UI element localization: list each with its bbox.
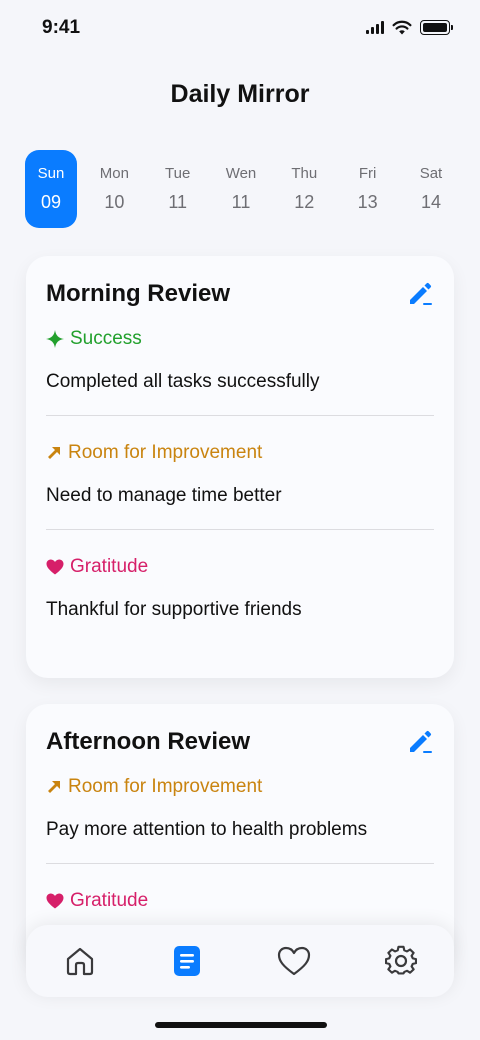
day-sun[interactable]: Sun 09 <box>25 150 77 228</box>
review-section-gratitude: Gratitude <box>46 864 434 934</box>
day-number: 14 <box>420 192 441 212</box>
tab-journal[interactable] <box>167 941 207 981</box>
card-title: Afternoon Review <box>46 728 251 755</box>
bottom-tab-bar <box>26 925 454 997</box>
day-fri[interactable]: Fri 13 <box>342 150 394 228</box>
tab-home[interactable] <box>60 941 100 981</box>
edit-pencil-icon <box>410 731 432 753</box>
day-number: 11 <box>168 192 187 212</box>
card-header: Morning Review <box>46 280 434 308</box>
day-name: Thu <box>291 165 318 182</box>
edit-button[interactable] <box>406 728 434 756</box>
day-thu[interactable]: Thu 12 <box>278 150 330 228</box>
section-label: Room for Improvement <box>46 776 434 798</box>
section-label-text: Gratitude <box>70 890 149 911</box>
status-icons <box>366 20 453 35</box>
section-text: Thankful for supportive friends <box>46 599 302 620</box>
arrow-up-right-icon <box>48 447 60 459</box>
day-name: Wen <box>225 165 257 182</box>
day-name: Sun <box>37 165 65 182</box>
home-indicator <box>155 1022 327 1028</box>
status-bar: 9:41 <box>0 0 480 56</box>
section-label: Gratitude <box>46 890 434 912</box>
home-icon <box>66 947 93 976</box>
cellular-signal-icon <box>366 21 384 34</box>
review-section-improvement: Room for Improvement Pay more attention … <box>46 756 434 864</box>
morning-review-card: Morning Review Success Completed all tas… <box>26 256 454 678</box>
day-number: 10 <box>104 192 125 212</box>
review-section-gratitude: Gratitude Thankful for supportive friend… <box>46 530 434 643</box>
section-label: Room for Improvement <box>46 442 434 464</box>
gear-icon <box>384 945 417 975</box>
day-number: 09 <box>40 192 62 212</box>
heart-icon <box>277 946 310 976</box>
status-time: 9:41 <box>42 17 81 38</box>
page-title: Daily Mirror <box>170 80 310 108</box>
day-number: 13 <box>357 192 378 212</box>
review-section-improvement: Room for Improvement Need to manage time… <box>46 416 434 530</box>
section-label: Gratitude <box>46 556 434 578</box>
day-name: Sat <box>419 165 443 182</box>
edit-button[interactable] <box>406 280 434 308</box>
edit-pencil-icon <box>410 283 432 305</box>
sparkle-icon <box>46 330 64 348</box>
heart-icon <box>46 893 64 909</box>
review-section-success: Success Completed all tasks successfully <box>46 308 434 416</box>
day-mon[interactable]: Mon 10 <box>88 150 140 228</box>
day-sat[interactable]: Sat 14 <box>405 150 457 228</box>
week-day-selector: Sun 09 Mon 10 Tue 11 Wen 11 Thu 12 Fri 1… <box>25 150 457 228</box>
wifi-icon <box>392 20 412 35</box>
section-label: Success <box>46 328 434 350</box>
section-text: Pay more attention to health problems <box>46 819 368 840</box>
day-name: Mon <box>99 165 129 182</box>
day-number: 11 <box>231 192 251 212</box>
card-header: Afternoon Review <box>46 728 434 756</box>
tab-gratitude[interactable] <box>274 941 314 981</box>
day-number: 12 <box>294 192 315 212</box>
battery-icon <box>420 20 453 35</box>
card-title: Morning Review <box>46 280 231 307</box>
section-label-text: Room for Improvement <box>68 442 263 463</box>
day-name: Tue <box>165 165 191 182</box>
day-wen[interactable]: Wen 11 <box>215 150 267 228</box>
section-text: Need to manage time better <box>46 485 282 506</box>
section-label-text: Room for Improvement <box>68 776 263 797</box>
tab-settings[interactable] <box>381 941 421 981</box>
section-label-text: Success <box>70 328 142 349</box>
section-label-text: Gratitude <box>70 556 149 577</box>
arrow-up-right-icon <box>48 781 60 793</box>
section-text: Completed all tasks successfully <box>46 371 320 392</box>
day-tue[interactable]: Tue 11 <box>152 150 204 228</box>
heart-icon <box>46 559 64 575</box>
document-icon <box>173 946 200 976</box>
day-name: Fri <box>358 165 377 182</box>
